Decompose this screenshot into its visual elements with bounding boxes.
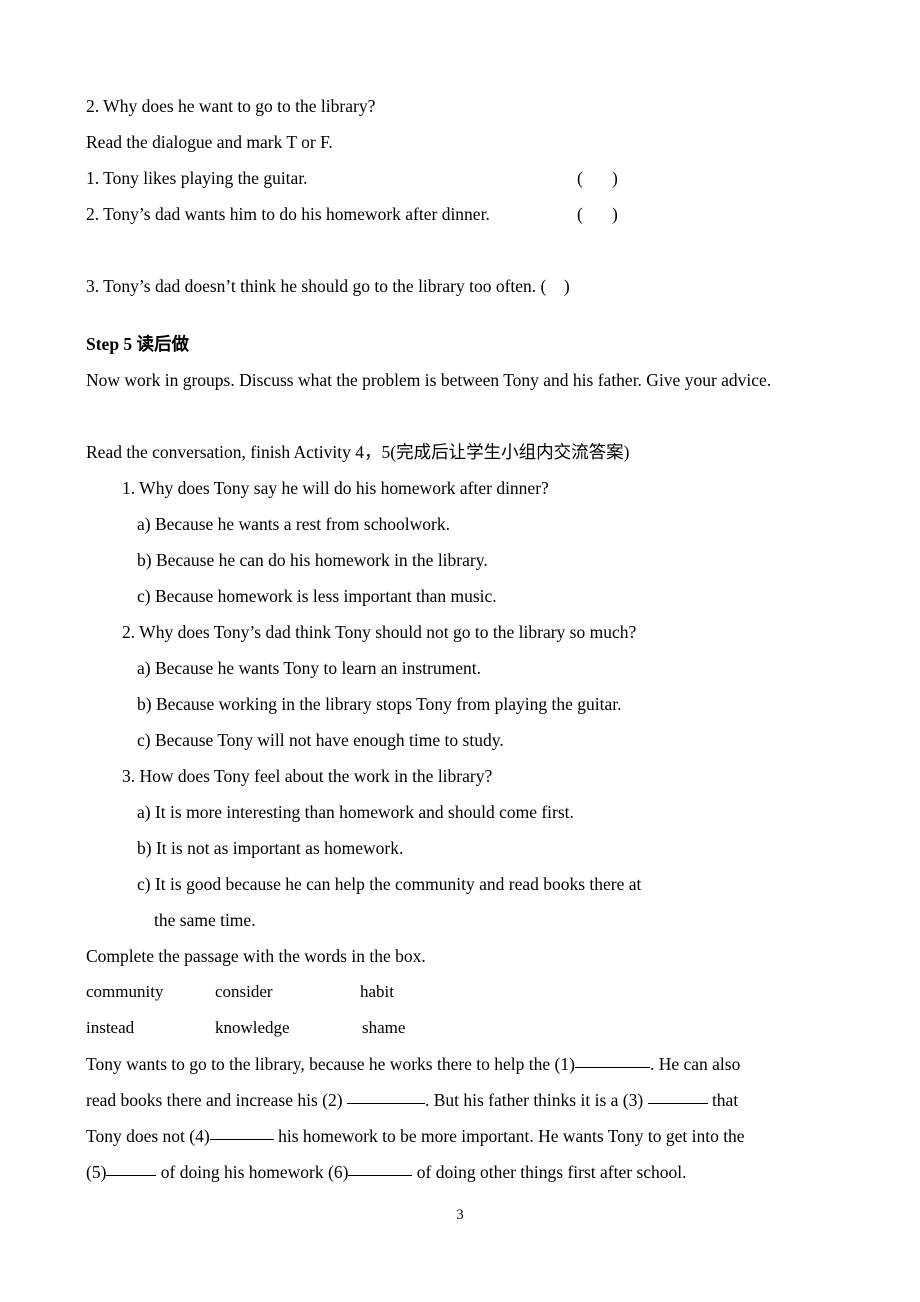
passage-line-1-text-a: Tony wants to go to the library, because…	[86, 1054, 575, 1074]
true-false-item-2-paren-open: (	[577, 204, 583, 224]
true-false-item-1: 1. Tony likes playing the guitar. ( )	[86, 160, 834, 196]
passage-line-2-text-b: . But his father thinks it is a (3)	[424, 1090, 648, 1110]
complete-passage-instruction: Complete the passage with the words in t…	[86, 946, 426, 966]
section-gap-1	[86, 304, 834, 326]
true-false-item-1-paren-open: (	[577, 168, 583, 188]
passage-line-2-text-c: that	[707, 1090, 739, 1110]
question-3-option-a: a) It is more interesting than homework …	[137, 802, 574, 822]
question-1-option-c: c) Because homework is less important th…	[137, 586, 497, 606]
question-3-option-c-line2: the same time.	[154, 910, 256, 930]
passage-line-3-text-a: Tony does not (4)	[86, 1126, 210, 1146]
passage-line-1-text-b: . He can also	[649, 1054, 741, 1074]
word-box-row-1: community consider habit	[86, 974, 834, 1010]
passage-blank-3[interactable]	[647, 1090, 708, 1104]
true-false-item-3: 3. Tony’s dad doesn’t think he should go…	[86, 268, 834, 304]
true-false-item-2: 2. Tony’s dad wants him to do his homewo…	[86, 196, 834, 232]
question-3-stem: 3. How does Tony feel about the work in …	[122, 766, 493, 786]
word-box-row-2: instead knowledge shame	[86, 1010, 834, 1046]
passage-line-1: Tony wants to go to the library, because…	[86, 1046, 834, 1082]
question-2-option-b: b) Because working in the library stops …	[137, 694, 622, 714]
true-false-item-3-paren-close: )	[563, 276, 570, 296]
question-2-option-a: a) Because he wants Tony to learn an ins…	[137, 658, 481, 678]
question-3-option-c: c) It is good because he can help the co…	[86, 866, 834, 938]
true-false-item-3-text: 3. Tony’s dad doesn’t think he should go…	[86, 276, 547, 296]
true-false-item-2-text: 2. Tony’s dad wants him to do his homewo…	[86, 204, 490, 224]
word-box-item-instead: instead	[86, 1018, 135, 1037]
word-box-item-shame: shame	[362, 1018, 406, 1037]
word-box-item-habit: habit	[360, 982, 394, 1001]
passage-line-2: read books there and increase his (2) . …	[86, 1082, 834, 1118]
passage-blank-6[interactable]	[348, 1162, 413, 1176]
true-false-item-1-paren-close: )	[612, 168, 618, 188]
blank-line-spacer	[86, 232, 834, 268]
passage-blank-2[interactable]	[346, 1090, 425, 1104]
passage-line-2-text-a: read books there and increase his (2)	[86, 1090, 347, 1110]
word-box-item-knowledge: knowledge	[215, 1018, 290, 1037]
question-1-option-b: b) Because he can do his homework in the…	[137, 550, 488, 570]
word-box-item-community: community	[86, 982, 164, 1001]
page-number: 3	[456, 1207, 464, 1223]
question-1-option-a: a) Because he wants a rest from schoolwo…	[137, 514, 450, 534]
group-work-instruction: Now work in groups. Discuss what the pro…	[86, 370, 772, 390]
passage-blank-1[interactable]	[574, 1054, 650, 1068]
step5-heading: Step 5 读后做	[86, 334, 190, 354]
passage-line-3: Tony does not (4) his homework to be mor…	[86, 1118, 834, 1154]
question-3-option-c-line1: c) It is good because he can help the co…	[137, 874, 642, 894]
passage-blank-4[interactable]	[209, 1126, 274, 1140]
passage-line-4-text-c: of doing other things first after school…	[412, 1162, 687, 1182]
section-gap-2	[86, 398, 834, 434]
document-page: 2. Why does he want to go to the library…	[0, 0, 920, 1302]
passage-line-4-text-a: (5)	[86, 1162, 107, 1182]
passage-blank-5[interactable]	[106, 1162, 157, 1176]
true-false-item-1-text: 1. Tony likes playing the guitar.	[86, 168, 308, 188]
word-box-item-consider: consider	[215, 982, 273, 1001]
question-2-option-c: c) Because Tony will not have enough tim…	[137, 730, 504, 750]
read-conversation-instruction: Read the conversation, finish Activity 4…	[86, 442, 630, 462]
true-false-item-2-paren-close: )	[612, 204, 618, 224]
passage-line-4-text-b: of doing his homework (6)	[156, 1162, 349, 1182]
read-dialogue-instruction: Read the dialogue and mark T or F.	[86, 132, 333, 152]
passage-line-4: (5) of doing his homework (6) of doing o…	[86, 1154, 834, 1190]
question-3-option-b: b) It is not as important as homework.	[137, 838, 404, 858]
passage-line-3-text-b: his homework to be more important. He wa…	[273, 1126, 745, 1146]
question-prev-2: 2. Why does he want to go to the library…	[86, 96, 376, 116]
question-2-stem: 2. Why does Tony’s dad think Tony should…	[122, 622, 637, 642]
page-content: 2. Why does he want to go to the library…	[86, 88, 834, 1190]
question-1-stem: 1. Why does Tony say he will do his home…	[122, 478, 549, 498]
